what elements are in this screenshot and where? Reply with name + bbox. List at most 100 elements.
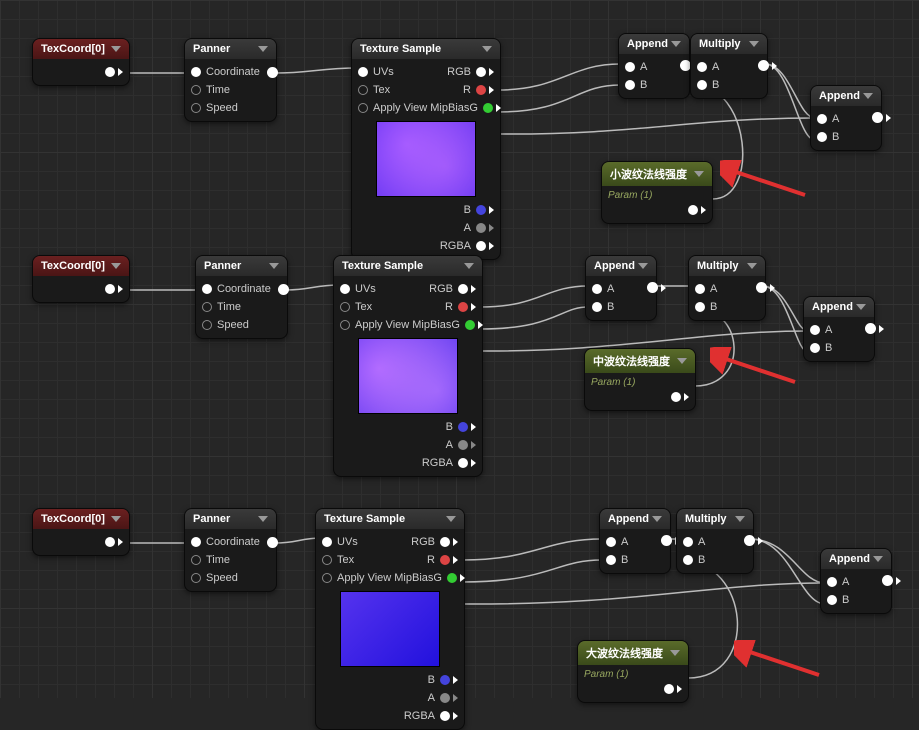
- input-pin[interactable]: [358, 67, 368, 77]
- input-pin[interactable]: [592, 302, 602, 312]
- input-pin[interactable]: [202, 320, 212, 330]
- output-pin[interactable]: [458, 440, 468, 450]
- node-header[interactable]: Append: [600, 509, 670, 529]
- output-pin[interactable]: [758, 60, 769, 71]
- input-pin[interactable]: [340, 302, 350, 312]
- node-header[interactable]: Multiply: [677, 509, 753, 529]
- output-pin[interactable]: [440, 555, 450, 565]
- collapse-icon[interactable]: [677, 358, 687, 364]
- node-header[interactable]: Append: [821, 549, 891, 569]
- node-header[interactable]: Texture Sample: [316, 509, 464, 529]
- output-pin[interactable]: [671, 392, 681, 402]
- output-pin[interactable]: [476, 223, 486, 233]
- collapse-icon[interactable]: [111, 516, 121, 522]
- collapse-icon[interactable]: [638, 263, 648, 269]
- output-pin[interactable]: [664, 684, 674, 694]
- collapse-icon[interactable]: [258, 516, 268, 522]
- input-pin[interactable]: [191, 573, 201, 583]
- output-pin[interactable]: [105, 537, 115, 547]
- output-pin[interactable]: [476, 85, 486, 95]
- node-panner[interactable]: PannerCoordinateTimeSpeed: [184, 508, 277, 592]
- output-pin[interactable]: [882, 575, 893, 586]
- output-pin[interactable]: [688, 205, 698, 215]
- collapse-icon[interactable]: [735, 516, 745, 522]
- node-texsample[interactable]: Texture SampleUVsRGBTexRApply View MipBi…: [315, 508, 465, 730]
- node-texsample[interactable]: Texture SampleUVsRGBTexRApply View MipBi…: [333, 255, 483, 477]
- input-pin[interactable]: [202, 284, 212, 294]
- node-texcoord[interactable]: TexCoord[0]: [32, 508, 130, 556]
- input-pin[interactable]: [683, 555, 693, 565]
- node-multiply[interactable]: MultiplyAB: [688, 255, 766, 321]
- node-param[interactable]: 大波纹法线强度Param (1): [577, 640, 689, 703]
- collapse-icon[interactable]: [111, 263, 121, 269]
- collapse-icon[interactable]: [446, 516, 456, 522]
- input-pin[interactable]: [697, 80, 707, 90]
- node-append[interactable]: AppendAB: [618, 33, 690, 99]
- collapse-icon[interactable]: [258, 46, 268, 52]
- input-pin[interactable]: [322, 573, 332, 583]
- input-pin[interactable]: [697, 62, 707, 72]
- input-pin[interactable]: [625, 80, 635, 90]
- node-header[interactable]: 大波纹法线强度: [578, 641, 688, 665]
- collapse-icon[interactable]: [652, 516, 662, 522]
- node-header[interactable]: Panner: [185, 509, 276, 529]
- input-pin[interactable]: [817, 132, 827, 142]
- output-pin[interactable]: [744, 535, 755, 546]
- output-pin[interactable]: [440, 693, 450, 703]
- node-append[interactable]: AppendAB: [585, 255, 657, 321]
- node-param[interactable]: 中波纹法线强度Param (1): [584, 348, 696, 411]
- input-pin[interactable]: [191, 103, 201, 113]
- output-pin[interactable]: [458, 422, 468, 432]
- node-header[interactable]: Panner: [196, 256, 287, 276]
- node-header[interactable]: Append: [619, 34, 689, 54]
- collapse-icon[interactable]: [863, 93, 873, 99]
- collapse-icon[interactable]: [747, 263, 757, 269]
- input-pin[interactable]: [191, 67, 201, 77]
- output-pin[interactable]: [440, 537, 450, 547]
- output-pin[interactable]: [476, 205, 486, 215]
- input-pin[interactable]: [606, 555, 616, 565]
- input-pin[interactable]: [625, 62, 635, 72]
- input-pin[interactable]: [810, 325, 820, 335]
- node-texcoord[interactable]: TexCoord[0]: [32, 255, 130, 303]
- output-pin[interactable]: [661, 535, 672, 546]
- output-pin[interactable]: [458, 302, 468, 312]
- node-header[interactable]: 小波纹法线强度: [602, 162, 712, 186]
- node-header[interactable]: Append: [804, 297, 874, 317]
- output-pin[interactable]: [483, 103, 493, 113]
- output-pin[interactable]: [465, 320, 475, 330]
- input-pin[interactable]: [340, 320, 350, 330]
- input-pin[interactable]: [827, 595, 837, 605]
- node-param[interactable]: 小波纹法线强度Param (1): [601, 161, 713, 224]
- input-pin[interactable]: [683, 537, 693, 547]
- output-pin[interactable]: [440, 711, 450, 721]
- node-header[interactable]: Multiply: [689, 256, 765, 276]
- input-pin[interactable]: [606, 537, 616, 547]
- collapse-icon[interactable]: [111, 46, 121, 52]
- output-pin[interactable]: [267, 67, 278, 78]
- output-pin[interactable]: [458, 284, 468, 294]
- input-pin[interactable]: [358, 85, 368, 95]
- node-append[interactable]: AppendAB: [810, 85, 882, 151]
- node-append[interactable]: AppendAB: [820, 548, 892, 614]
- node-append[interactable]: AppendAB: [599, 508, 671, 574]
- collapse-icon[interactable]: [856, 304, 866, 310]
- output-pin[interactable]: [756, 282, 767, 293]
- output-pin[interactable]: [267, 537, 278, 548]
- node-header[interactable]: Append: [586, 256, 656, 276]
- collapse-icon[interactable]: [873, 556, 883, 562]
- node-header[interactable]: TexCoord[0]: [33, 256, 129, 276]
- node-header[interactable]: Texture Sample: [334, 256, 482, 276]
- node-header[interactable]: Append: [811, 86, 881, 106]
- input-pin[interactable]: [191, 555, 201, 565]
- node-header[interactable]: Multiply: [691, 34, 767, 54]
- collapse-icon[interactable]: [482, 46, 492, 52]
- output-pin[interactable]: [476, 241, 486, 251]
- output-pin[interactable]: [872, 112, 883, 123]
- output-pin[interactable]: [476, 67, 486, 77]
- input-pin[interactable]: [340, 284, 350, 294]
- output-pin[interactable]: [105, 67, 115, 77]
- node-header[interactable]: Texture Sample: [352, 39, 500, 59]
- node-header[interactable]: Panner: [185, 39, 276, 59]
- node-texcoord[interactable]: TexCoord[0]: [32, 38, 130, 86]
